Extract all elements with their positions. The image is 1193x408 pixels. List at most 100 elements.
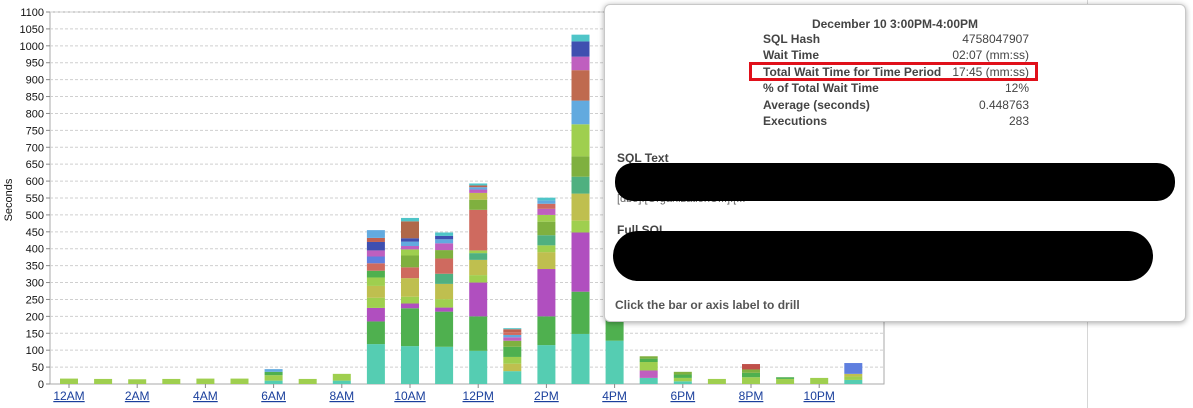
bar-5PM[interactable] (639, 356, 658, 384)
bar-segment[interactable] (469, 183, 488, 186)
bar-6PM[interactable] (673, 371, 692, 384)
bar-segment[interactable] (469, 316, 488, 351)
bar-segment[interactable] (469, 199, 488, 210)
bar-segment[interactable] (503, 334, 522, 338)
bar-segment[interactable] (435, 239, 454, 244)
bar-segment[interactable] (435, 235, 454, 240)
bar-segment[interactable] (401, 255, 419, 268)
bar-segment[interactable] (94, 378, 113, 384)
bar-segment[interactable] (571, 156, 590, 177)
bar-segment[interactable] (435, 232, 454, 236)
bar-segment[interactable] (401, 246, 419, 250)
bar-segment[interactable] (366, 321, 385, 345)
bar-segment[interactable] (366, 285, 385, 298)
bar-segment[interactable] (469, 189, 488, 193)
bar-segment[interactable] (435, 283, 454, 300)
bar-segment[interactable] (401, 267, 419, 279)
bar-segment[interactable] (435, 250, 454, 259)
bar-segment[interactable] (503, 363, 522, 372)
bar-segment[interactable] (571, 124, 590, 157)
bar-segment[interactable] (401, 238, 419, 242)
bar-3AM[interactable] (162, 378, 181, 384)
bar-segment[interactable] (128, 379, 147, 384)
bar-segment[interactable] (366, 256, 385, 264)
bar-10AM[interactable] (401, 217, 419, 384)
bar-4PM[interactable] (605, 313, 624, 384)
x-axis-label-link[interactable]: 2PM (534, 389, 559, 403)
bar-segment[interactable] (537, 316, 556, 346)
bar-segment[interactable] (366, 307, 385, 322)
x-axis-label-link[interactable]: 6AM (261, 389, 286, 403)
bar-segment[interactable] (469, 275, 488, 283)
bar-segment[interactable] (401, 249, 419, 256)
bar-segment[interactable] (571, 193, 590, 221)
bar-segment[interactable] (469, 253, 488, 260)
bar-segment[interactable] (435, 307, 454, 312)
bar-segment[interactable] (264, 369, 283, 372)
bar-segment[interactable] (60, 378, 78, 384)
bar-segment[interactable] (401, 346, 419, 384)
bar-segment[interactable] (469, 282, 488, 317)
bar-segment[interactable] (401, 241, 419, 247)
bar-segment[interactable] (401, 308, 419, 347)
bar-segment[interactable] (264, 380, 283, 384)
bar-segment[interactable] (537, 203, 556, 209)
bar-segment[interactable] (571, 291, 590, 334)
bar-segment[interactable] (537, 197, 556, 201)
bar-segment[interactable] (503, 371, 522, 384)
bar-segment[interactable] (366, 344, 385, 384)
bar-segment[interactable] (366, 297, 385, 308)
bar-segment[interactable] (366, 277, 385, 286)
x-axis-label-link[interactable]: 4PM (602, 389, 627, 403)
bar-segment[interactable] (639, 370, 658, 378)
bar-segment[interactable] (332, 373, 351, 381)
bar-segment[interactable] (503, 346, 522, 357)
bar-9AM[interactable] (366, 230, 385, 384)
bar-segment[interactable] (776, 377, 795, 379)
bar-6AM[interactable] (264, 369, 283, 384)
x-axis-label-link[interactable]: 8AM (329, 389, 354, 403)
bar-segment[interactable] (844, 363, 863, 374)
bar-segment[interactable] (673, 371, 692, 375)
bar-segment[interactable] (401, 221, 419, 239)
bar-segment[interactable] (537, 252, 556, 270)
bar-7AM[interactable] (298, 378, 317, 384)
bar-8AM[interactable] (332, 373, 351, 384)
x-axis-label-link[interactable]: 12PM (463, 389, 494, 403)
bar-segment[interactable] (742, 369, 760, 373)
bar-2PM[interactable] (537, 197, 556, 384)
x-axis-label-link[interactable]: 8PM (739, 389, 764, 403)
x-axis-label-link[interactable]: 2AM (125, 389, 150, 403)
bar-segment[interactable] (503, 332, 522, 335)
bar-1PM[interactable] (503, 328, 522, 384)
bar-4AM[interactable] (196, 378, 215, 384)
bar-12AM[interactable] (60, 378, 78, 384)
bar-segment[interactable] (366, 270, 385, 278)
bar-segment[interactable] (776, 378, 795, 384)
bar-segment[interactable] (742, 377, 760, 384)
bar-segment[interactable] (469, 187, 488, 190)
bar-segment[interactable] (537, 345, 556, 384)
bar-segment[interactable] (503, 340, 522, 347)
bar-segment[interactable] (230, 378, 249, 384)
bar-segment[interactable] (844, 373, 863, 377)
bar-segment[interactable] (366, 263, 385, 271)
bar-segment[interactable] (639, 356, 658, 359)
bar-segment[interactable] (707, 378, 726, 384)
bar-segment[interactable] (537, 208, 556, 215)
bar-segment[interactable] (298, 378, 317, 384)
x-axis-label-link[interactable]: 10PM (804, 389, 835, 403)
bar-11PM[interactable] (844, 363, 863, 384)
bar-9PM[interactable] (776, 377, 795, 384)
bar-segment[interactable] (742, 372, 760, 378)
bar-segment[interactable] (401, 296, 419, 304)
bar-segment[interactable] (537, 235, 556, 246)
bar-segment[interactable] (742, 364, 760, 370)
bar-segment[interactable] (469, 259, 488, 276)
bar-segment[interactable] (571, 333, 590, 384)
bar-segment[interactable] (469, 250, 488, 254)
bar-segment[interactable] (844, 379, 863, 384)
bar-segment[interactable] (366, 230, 385, 238)
bar-segment[interactable] (639, 362, 658, 371)
bar-segment[interactable] (503, 337, 522, 341)
